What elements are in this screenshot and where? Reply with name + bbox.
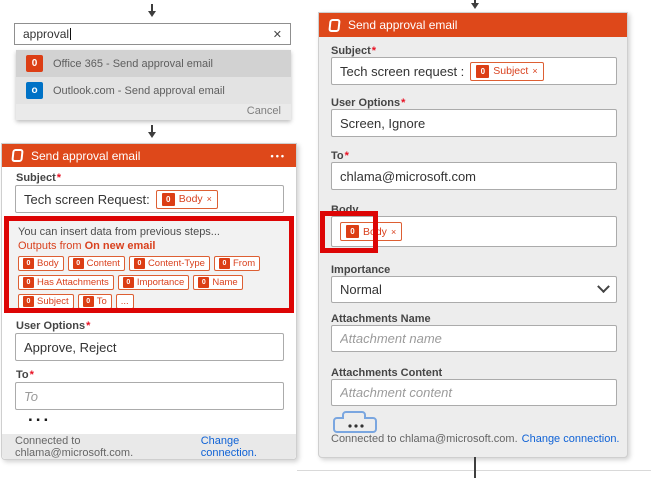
picker-token-body[interactable]: 0Body — [18, 256, 64, 271]
connector-line — [474, 457, 476, 478]
connection-footer: Connected to chlama@microsoft.com. Chang… — [2, 434, 296, 459]
picker-token-has-attachments[interactable]: 0Has Attachments — [18, 275, 114, 290]
picker-token-to[interactable]: 0To — [78, 294, 112, 309]
suggestion-outlook-send-approval-email[interactable]: o Outlook.com - Send approval email — [16, 77, 291, 104]
required-asterisk: * — [345, 150, 349, 162]
connection-footer: Connected to chlama@microsoft.com. Chang… — [319, 429, 627, 449]
picker-hint: You can insert data from previous steps.… — [18, 226, 280, 238]
left-action-card: Send approval email ••• Subject* Tech sc… — [1, 143, 297, 460]
suggestion-label: Outlook.com - Send approval email — [53, 85, 225, 97]
office365-icon: 0 — [23, 277, 34, 288]
office365-icon: 0 — [23, 296, 34, 307]
office365-icon: 0 — [134, 258, 145, 269]
office365-icon — [328, 19, 340, 32]
picker-token-importance[interactable]: 0Importance — [118, 275, 190, 290]
user-options-label: User Options* — [16, 320, 90, 332]
search-text: approval — [23, 27, 69, 41]
highlight-annotation-body-token — [320, 211, 378, 253]
importance-select[interactable]: Normal — [331, 276, 617, 303]
change-connection-link[interactable]: Change connection. — [201, 435, 296, 459]
dynamic-content-picker: You can insert data from previous steps.… — [4, 216, 294, 313]
to-label: To* — [16, 369, 34, 381]
office365-icon: 0 — [198, 277, 209, 288]
flow-designer-canvas: approval ✕ 0 Office 365 - Send approval … — [0, 0, 651, 478]
left-card-header[interactable]: Send approval email ••• — [2, 144, 296, 167]
right-card-header[interactable]: Send approval email — [319, 13, 627, 37]
attachments-name-input[interactable] — [331, 325, 617, 352]
office365-icon: 0 — [162, 193, 175, 206]
office365-icon: 0 — [83, 296, 94, 307]
required-asterisk: * — [86, 320, 90, 332]
picker-token-list: 0Body 0Content 0Content-Type 0From 0Has … — [18, 256, 280, 309]
office365-icon: 0 — [123, 277, 134, 288]
attachments-content-label: Attachments Content — [331, 367, 442, 379]
to-label: To* — [331, 150, 349, 162]
picker-token-name[interactable]: 0Name — [193, 275, 242, 290]
subject-label: Subject* — [331, 45, 376, 57]
office365-icon: 0 — [23, 258, 34, 269]
picker-token-more[interactable]: ... — [116, 294, 134, 309]
cancel-button[interactable]: Cancel — [247, 105, 281, 117]
text-cursor — [70, 28, 71, 40]
remove-token-icon[interactable]: × — [207, 194, 212, 204]
show-more-options-button[interactable]: ... — [28, 412, 51, 420]
required-asterisk: * — [30, 369, 34, 381]
card-title: Send approval email — [348, 18, 457, 32]
required-asterisk: * — [401, 97, 405, 109]
connected-text: Connected to chlama@microsoft.com. — [15, 435, 197, 459]
connected-text: Connected to chlama@microsoft.com. — [331, 433, 518, 445]
office365-icon: 0 — [73, 258, 84, 269]
subject-value: Tech screen Request: — [24, 192, 150, 207]
attachments-content-input[interactable] — [331, 379, 617, 406]
card-title: Send approval email — [31, 149, 140, 163]
outlook-icon: o — [26, 82, 43, 99]
picker-token-subject[interactable]: 0Subject — [18, 294, 74, 309]
office365-icon: 0 — [26, 55, 43, 72]
user-options-input[interactable] — [331, 109, 617, 137]
office365-icon: 0 — [219, 258, 230, 269]
to-input[interactable] — [331, 162, 617, 190]
clear-search-icon[interactable]: ✕ — [273, 28, 282, 41]
remove-token-icon[interactable]: × — [532, 66, 537, 76]
suggestion-office365-send-approval-email[interactable]: 0 Office 365 - Send approval email — [16, 50, 291, 77]
attachments-name-label: Attachments Name — [331, 313, 431, 325]
required-asterisk: * — [372, 45, 376, 57]
chevron-down-icon — [597, 280, 610, 293]
importance-value: Normal — [340, 282, 382, 297]
remove-token-icon[interactable]: × — [391, 227, 396, 237]
change-connection-link[interactable]: Change connection. — [522, 433, 620, 445]
right-action-card: Send approval email Subject* Tech screen… — [318, 12, 628, 458]
down-arrow-icon — [471, 0, 479, 9]
required-asterisk: * — [57, 172, 61, 184]
office365-icon: 0 — [476, 65, 489, 78]
down-arrow-icon — [148, 4, 156, 17]
subject-field[interactable]: Tech screen request : 0 Subject × — [331, 57, 617, 85]
picker-token-from[interactable]: 0From — [214, 256, 260, 271]
office365-icon — [11, 149, 23, 162]
picker-token-content[interactable]: 0Content — [68, 256, 125, 271]
user-options-label: User Options* — [331, 97, 405, 109]
user-options-input[interactable] — [15, 333, 284, 361]
subject-field[interactable]: Tech screen Request: 0 Body × — [15, 185, 284, 213]
to-input[interactable] — [15, 382, 284, 410]
picker-token-content-type[interactable]: 0Content-Type — [129, 256, 210, 271]
suggestion-label: Office 365 - Send approval email — [53, 58, 213, 70]
connector-search-input[interactable]: approval ✕ — [14, 23, 291, 45]
search-suggestions-list: 0 Office 365 - Send approval email o Out… — [16, 50, 291, 120]
subject-label: Subject* — [16, 172, 61, 184]
subject-value: Tech screen request : — [340, 64, 464, 79]
picker-outputs-heading: Outputs fromOn new email — [18, 240, 280, 252]
importance-label: Importance — [331, 264, 390, 276]
more-options-icon[interactable]: ••• — [271, 151, 286, 161]
down-arrow-icon — [148, 125, 156, 138]
body-token[interactable]: 0 Body × — [156, 190, 218, 209]
subject-token[interactable]: 0 Subject × — [470, 62, 543, 81]
